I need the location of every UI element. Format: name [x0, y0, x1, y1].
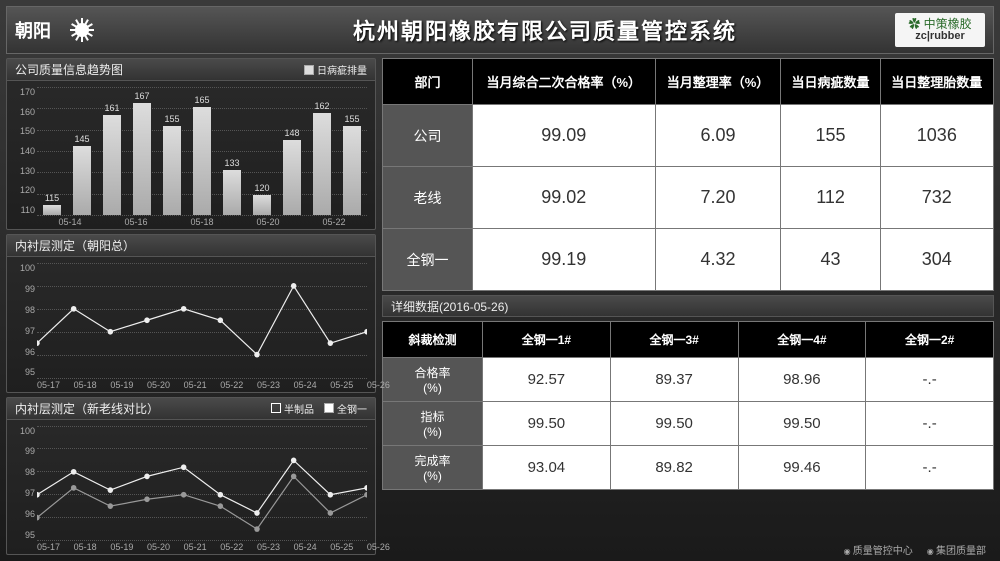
value-cell: -.-: [866, 402, 994, 446]
value-cell: 7.20: [655, 167, 781, 229]
detail-title: 详细数据(2016-05-26): [382, 295, 994, 317]
detail-col-header: 全钢一1#: [483, 322, 611, 358]
value-cell: 92.57: [483, 358, 611, 402]
panel-inner-compare-title: 内衬层测定（新老线对比）: [15, 400, 159, 417]
bar: 161: [103, 115, 121, 215]
tree-icon: ✿ 中策橡胶: [908, 18, 971, 30]
value-cell: 99.19: [473, 229, 656, 291]
value-cell: 732: [880, 167, 993, 229]
footer-a: 质量管控中心: [844, 542, 913, 557]
table-row: 公司99.096.091551036: [383, 105, 994, 167]
value-cell: 112: [781, 167, 880, 229]
panel-inner-total: 内衬层测定（朝阳总） 1009998979695 05-1705-1805-19…: [6, 234, 376, 393]
summary-header: 当月综合二次合格率（%）: [473, 59, 656, 105]
value-cell: 99.50: [738, 402, 866, 446]
sunrise-icon: [57, 16, 107, 44]
table-row: 合格率 (%)92.5789.3798.96-.-: [383, 358, 994, 402]
bar: 148: [283, 140, 301, 215]
bar: 155: [163, 126, 181, 215]
panel-inner-total-title: 内衬层测定（朝阳总）: [15, 237, 135, 254]
value-cell: 98.96: [738, 358, 866, 402]
value-cell: 155: [781, 105, 880, 167]
chart-inner-compare: 1009998979695 05-1705-1805-1905-2005-210…: [7, 420, 375, 555]
value-cell: 1036: [880, 105, 993, 167]
brand-right: ✿ 中策橡胶 zc|rubber: [895, 13, 985, 47]
value-cell: -.-: [866, 446, 994, 490]
bar: 167: [133, 103, 151, 215]
bar: 162: [313, 113, 331, 215]
footer-b: 集团质量部: [927, 542, 986, 557]
table-row: 老线99.027.20112732: [383, 167, 994, 229]
dept-cell: 公司: [383, 105, 473, 167]
detail-corner: 斜裁检测: [383, 322, 483, 358]
chart-trend: 170160150140130120110 115145161167155165…: [7, 81, 375, 229]
panel-trend-title: 公司质量信息趋势图: [15, 61, 123, 78]
dept-cell: 全钢一: [383, 229, 473, 291]
value-cell: 99.09: [473, 105, 656, 167]
app-header: 朝阳 杭州朝阳橡胶有限公司质量管控系统 ✿ 中策橡胶 zc|rubber: [6, 6, 994, 54]
summary-table: 部门当月综合二次合格率（%）当月整理率（%）当日病疵数量当日整理胎数量 公司99…: [382, 58, 994, 291]
legend-compare-a: 半制品: [271, 401, 314, 416]
table-row: 完成率 (%)93.0489.8299.46-.-: [383, 446, 994, 490]
metric-cell: 完成率 (%): [383, 446, 483, 490]
metric-cell: 合格率 (%): [383, 358, 483, 402]
value-cell: 93.04: [483, 446, 611, 490]
value-cell: 89.37: [610, 358, 738, 402]
value-cell: 99.02: [473, 167, 656, 229]
legend-compare-b: 全钢一: [324, 401, 367, 416]
value-cell: 89.82: [610, 446, 738, 490]
detail-col-header: 全钢一3#: [610, 322, 738, 358]
value-cell: -.-: [866, 358, 994, 402]
value-cell: 4.32: [655, 229, 781, 291]
bar: 115: [43, 205, 61, 215]
dept-cell: 老线: [383, 167, 473, 229]
value-cell: 304: [880, 229, 993, 291]
brand-right-text: zc|rubber: [915, 30, 965, 42]
value-cell: 99.50: [483, 402, 611, 446]
table-row: 全钢一99.194.3243304: [383, 229, 994, 291]
brand-left: 朝阳: [15, 16, 195, 44]
bar: 133: [223, 170, 241, 215]
summary-header: 当日整理胎数量: [880, 59, 993, 105]
chart-inner-total: 1009998979695 05-1705-1805-1905-2005-210…: [7, 257, 375, 392]
value-cell: 99.50: [610, 402, 738, 446]
bar: 165: [193, 107, 211, 215]
bar: 145: [73, 146, 91, 215]
summary-header: 当日病疵数量: [781, 59, 880, 105]
summary-header: 当月整理率（%）: [655, 59, 781, 105]
footer: 质量管控中心 集团质量部: [844, 542, 986, 557]
table-row: 指标 (%)99.5099.5099.50-.-: [383, 402, 994, 446]
legend-trend: 日病疵排量: [304, 62, 367, 77]
detail-col-header: 全钢一2#: [866, 322, 994, 358]
panel-inner-compare: 内衬层测定（新老线对比） 半制品 全钢一 1009998979695 05-17…: [6, 397, 376, 556]
panel-trend: 公司质量信息趋势图 日病疵排量 170160150140130120110 11…: [6, 58, 376, 230]
value-cell: 99.46: [738, 446, 866, 490]
bar: 120: [253, 195, 271, 215]
summary-header: 部门: [383, 59, 473, 105]
metric-cell: 指标 (%): [383, 402, 483, 446]
bar: 155: [343, 126, 361, 215]
value-cell: 43: [781, 229, 880, 291]
detail-col-header: 全钢一4#: [738, 322, 866, 358]
page-title: 杭州朝阳橡胶有限公司质量管控系统: [207, 14, 883, 46]
detail-table: 斜裁检测全钢一1#全钢一3#全钢一4#全钢一2# 合格率 (%)92.5789.…: [382, 321, 994, 490]
brand-text: 朝阳: [15, 17, 51, 43]
value-cell: 6.09: [655, 105, 781, 167]
